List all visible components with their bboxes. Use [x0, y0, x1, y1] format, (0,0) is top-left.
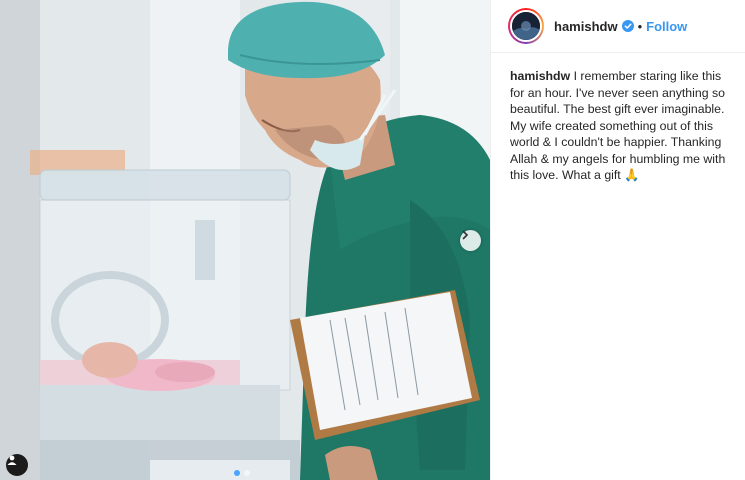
- carousel-dot-active: [234, 470, 240, 476]
- follow-button[interactable]: Follow: [646, 19, 687, 34]
- post-details-panel: hamishdw • Follow hamishdw I remember st…: [490, 0, 745, 480]
- post-caption: hamishdw I remember staring like this fo…: [510, 68, 735, 184]
- chevron-right-icon: [462, 230, 469, 240]
- next-slide-button[interactable]: [460, 230, 481, 251]
- tagged-users-button[interactable]: [6, 454, 28, 476]
- user-tag-icon: [7, 455, 17, 465]
- header-separator: •: [637, 18, 643, 34]
- caption-username[interactable]: hamishdw: [510, 69, 570, 83]
- carousel-indicator: [234, 470, 250, 476]
- avatar-story-ring[interactable]: [508, 8, 544, 44]
- avatar[interactable]: [510, 10, 542, 42]
- post-header: hamishdw • Follow: [491, 0, 745, 53]
- post-photo[interactable]: [0, 0, 490, 480]
- photo-illustration: [0, 0, 490, 480]
- verified-badge-icon: [621, 20, 634, 32]
- avatar-image: [512, 12, 540, 40]
- carousel-dot: [244, 470, 250, 476]
- caption-text: I remember staring like this for an hour…: [510, 69, 726, 182]
- header-username[interactable]: hamishdw: [554, 19, 618, 34]
- incubator: [39, 169, 300, 480]
